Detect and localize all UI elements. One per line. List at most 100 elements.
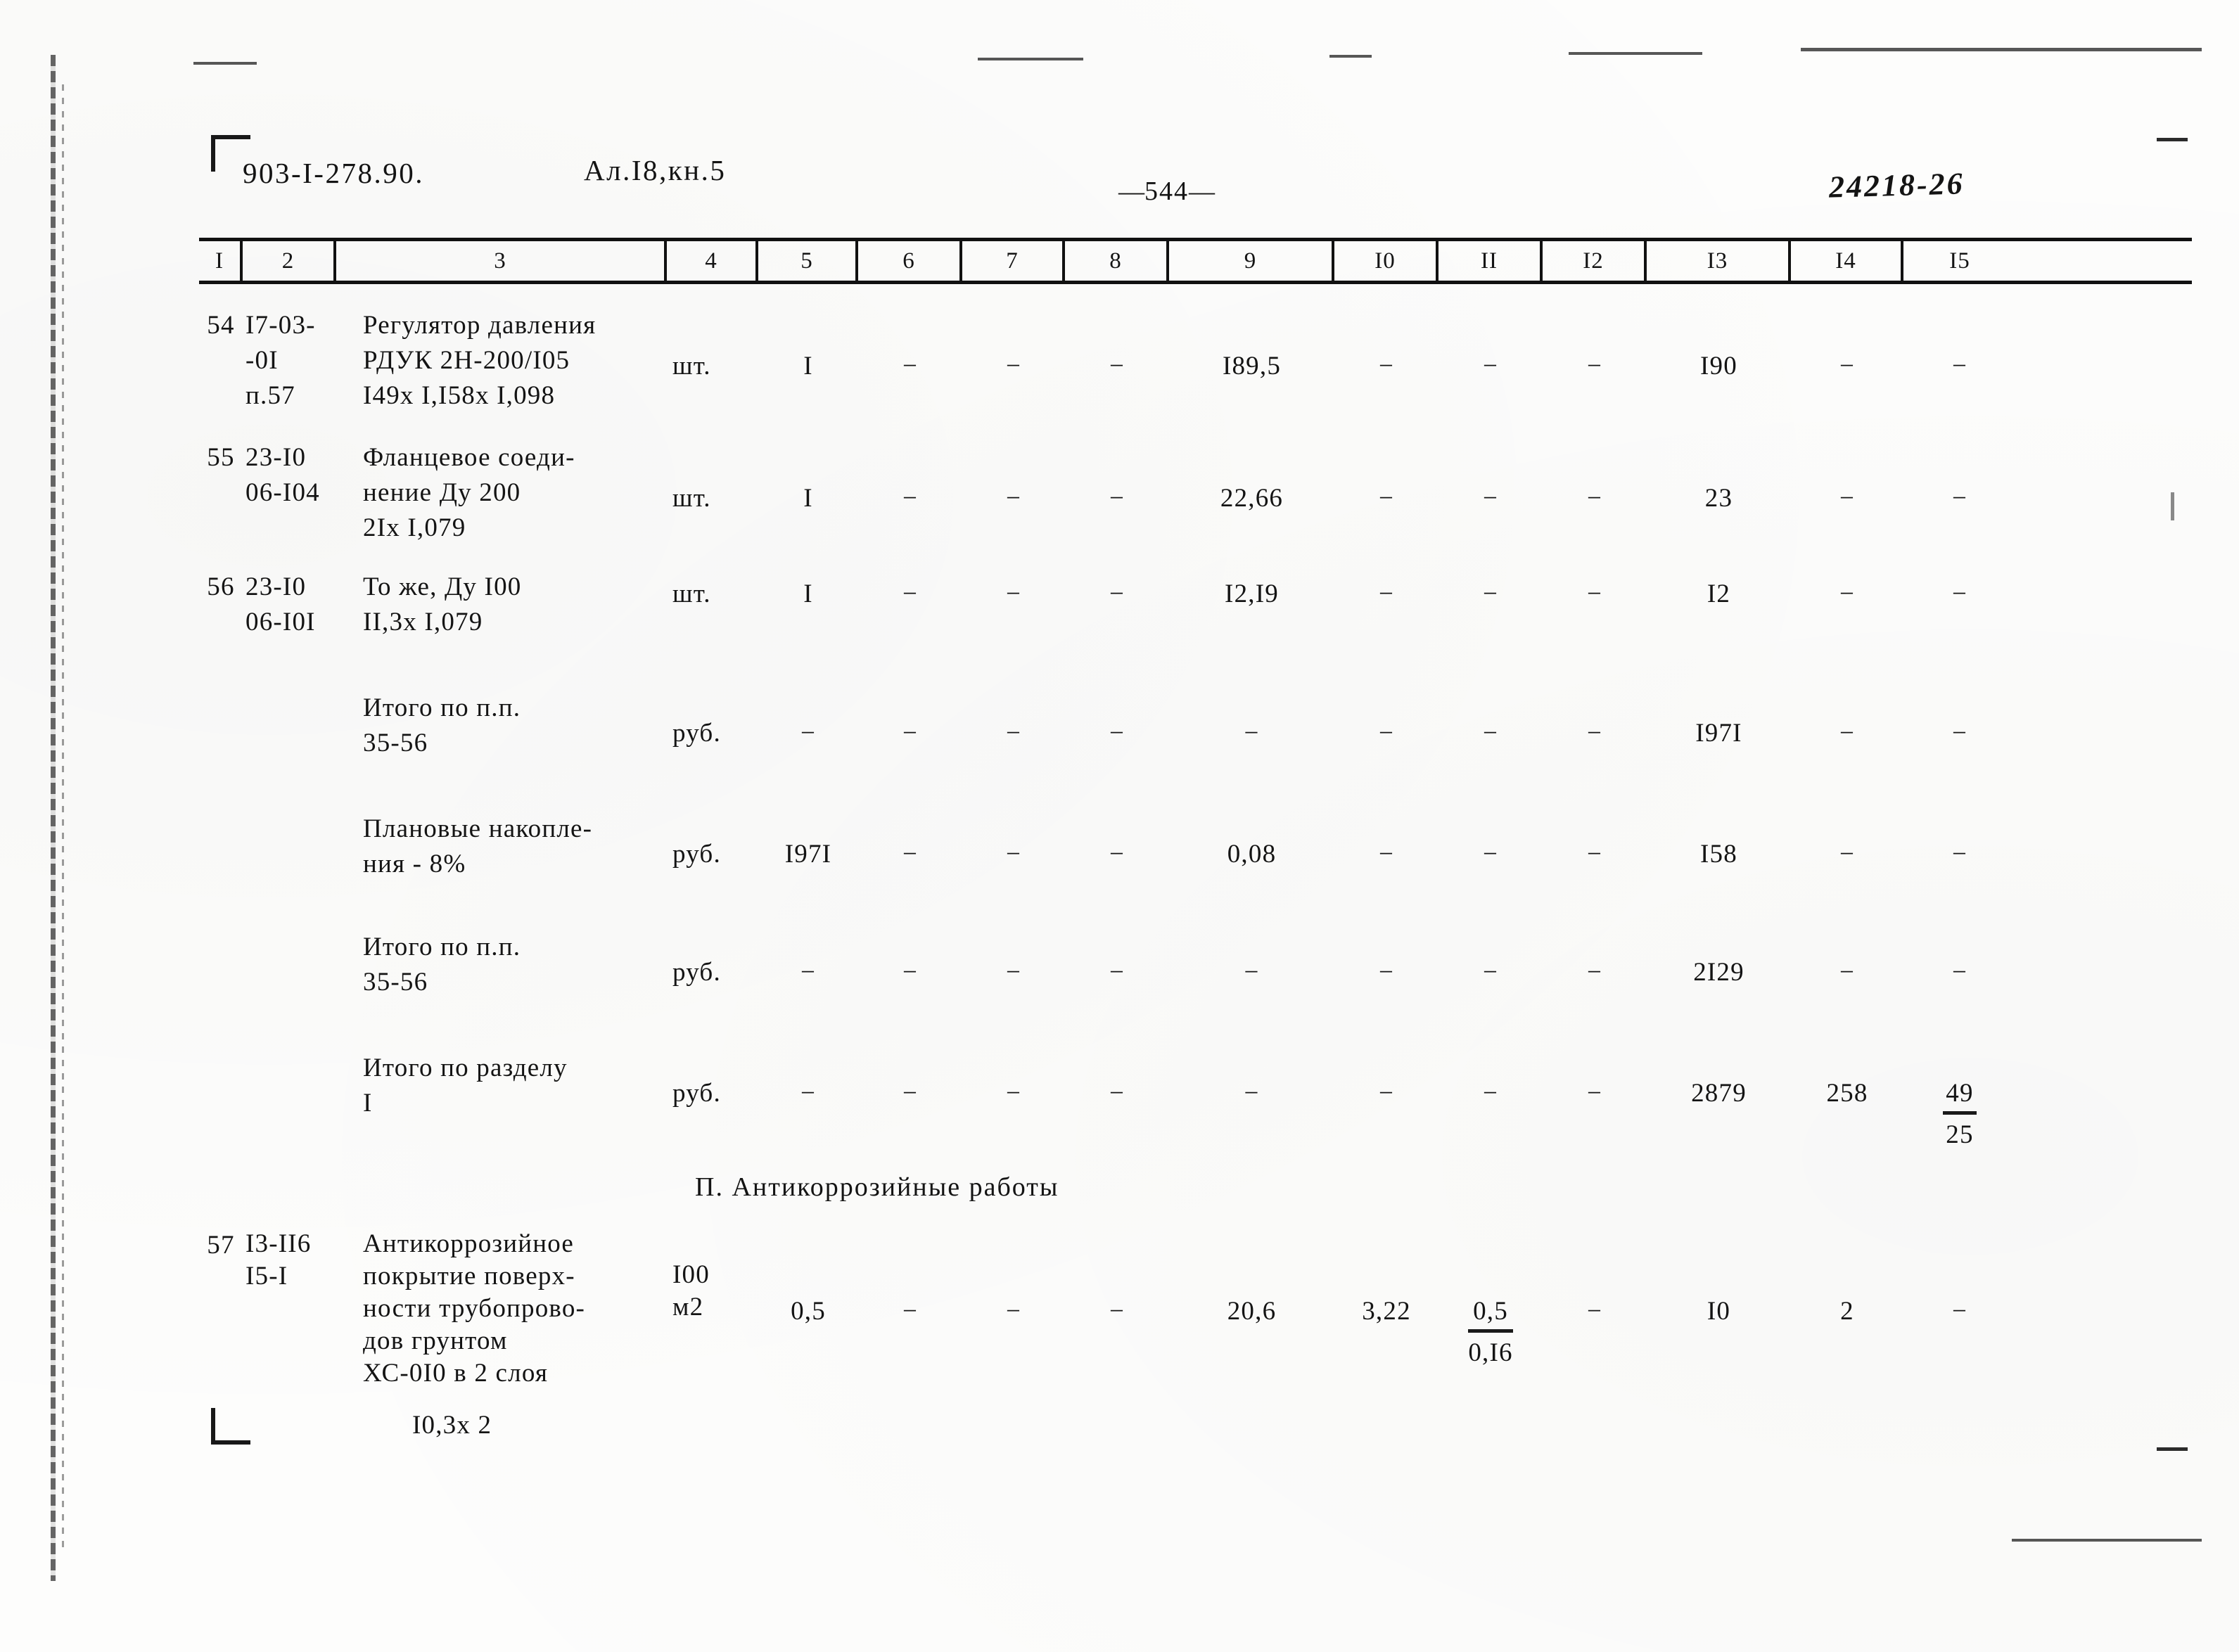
- row-col10-value: 3,22: [1362, 1297, 1411, 1326]
- row-col12-value: −: [1586, 1297, 1603, 1326]
- row-col14-value: 258: [1826, 1079, 1868, 1108]
- row-col13-value: 23: [1704, 484, 1733, 513]
- scan-edge-mark: [193, 62, 257, 65]
- fraction-numerator: 0,5: [1468, 1294, 1513, 1333]
- row-col9-value: 22,66: [1220, 484, 1284, 513]
- column-header-label: 2: [281, 248, 295, 274]
- row-col8-value: −: [1109, 840, 1125, 869]
- row-number: 56: [207, 572, 235, 601]
- binding-spine-artifact: [51, 55, 56, 1581]
- row-col8-value: −: [1109, 1079, 1125, 1108]
- row-col7-value: −: [1005, 1297, 1022, 1326]
- document-code: 903-I-278.90.: [243, 157, 424, 189]
- row-col13-value: I58: [1700, 840, 1737, 869]
- column-header-3: 3: [336, 241, 667, 281]
- column-header-I0: I0: [1334, 241, 1439, 281]
- row-col12-value: −: [1586, 484, 1603, 513]
- row-col14-value: −: [1839, 840, 1856, 869]
- row-col5-value: −: [800, 719, 817, 748]
- row-col5-value: I97I: [784, 840, 832, 869]
- column-header-9: 9: [1169, 241, 1334, 281]
- row-col15-value: −: [1951, 840, 1968, 869]
- row-col13-value: I0: [1707, 1297, 1731, 1326]
- table-row: 55 23-I0 06-I04 Фланцевое соеди- нение Ду …: [199, 440, 2192, 546]
- table-row: 54 I7-03- -0I п.57 Регулятор давления РДУК…: [199, 308, 2192, 414]
- row-col9-value: −: [1244, 1079, 1260, 1108]
- archive-stamp: 24218-26: [1828, 166, 1965, 205]
- album-book-label: Ал.I8,кн.5: [584, 154, 727, 186]
- column-header-I2: I2: [1543, 241, 1647, 281]
- row-description-quantity-note: I0,3х 2: [412, 1411, 492, 1440]
- row-col11-value: 0,5 0,I6: [1439, 1228, 1543, 1371]
- row-col6-value: −: [902, 840, 919, 869]
- row-norm-code: 23-I0 06-I0I: [245, 572, 316, 636]
- row-col15-value: −: [1951, 580, 1968, 608]
- row-col9-value: −: [1244, 958, 1260, 987]
- column-header-I5: I5: [1903, 241, 2016, 281]
- page-number-value: 544: [1144, 177, 1189, 206]
- row-col11-value: −: [1482, 580, 1499, 608]
- row-description-main: Антикоррозийное покрытие поверх- ности т…: [363, 1229, 586, 1388]
- table-row: Итого по п.п. 35-56 руб. − − − − − − − − 2I29 − −: [199, 930, 2192, 1000]
- row-col15-value: −: [1951, 958, 1968, 987]
- row-col14-value: −: [1839, 352, 1856, 380]
- binding-spine-artifact-secondary: [62, 84, 64, 1554]
- row-col6-value: −: [902, 484, 919, 513]
- table-row: Плановые накопле- ния - 8% руб. I97I − − − 0,0…: [199, 812, 2192, 882]
- row-description: Итого по п.п. 35-56: [363, 933, 521, 997]
- row-col14-value: 2: [1840, 1297, 1854, 1326]
- row-description: Регулятор давления РДУК 2Н-200/I05 I49х …: [363, 311, 597, 410]
- column-header-II: II: [1439, 241, 1543, 281]
- row-col8-value: −: [1109, 719, 1125, 748]
- column-header-label: I2: [1583, 248, 1604, 274]
- row-col7-value: −: [1005, 484, 1022, 513]
- row-norm-code: I3-II6 I5-I: [245, 1229, 312, 1291]
- column-header-label: 8: [1109, 248, 1122, 274]
- fraction-denominator: 0,I6: [1468, 1338, 1513, 1367]
- row-description: Фланцевое соеди- нение Ду 200 2Iх I,079: [363, 443, 575, 542]
- row-col10-value: −: [1378, 958, 1395, 987]
- row-col10-value: −: [1378, 719, 1395, 748]
- row-col13-value: 2I29: [1693, 958, 1744, 987]
- row-col6-value: −: [902, 958, 919, 987]
- row-col5-value: −: [800, 958, 817, 987]
- column-header-2: 2: [243, 241, 336, 281]
- row-col7-value: −: [1005, 580, 1022, 608]
- table-column-header-row: I 2 3 4 5 6 7 8 9 I0 II I2 I3 I4 I5: [199, 238, 2192, 284]
- row-col14-value: −: [1839, 580, 1856, 608]
- row-unit: руб.: [672, 840, 721, 869]
- row-col10-value: −: [1378, 1079, 1395, 1108]
- row-number: 57: [207, 1231, 235, 1260]
- row-col14-value: −: [1839, 719, 1856, 748]
- row-col7-value: −: [1005, 719, 1022, 748]
- column-header-4: 4: [667, 241, 758, 281]
- row-col12-value: −: [1586, 840, 1603, 869]
- column-header-7: 7: [962, 241, 1065, 281]
- column-header-label: II: [1481, 248, 1498, 274]
- scan-edge-mark: [1801, 48, 2202, 51]
- column-header-label: I5: [1949, 248, 1970, 274]
- row-col5-value: I: [803, 484, 813, 513]
- row-col14-value: −: [1839, 484, 1856, 513]
- row-col7-value: −: [1005, 958, 1022, 987]
- row-unit: шт.: [672, 484, 711, 513]
- row-col9-value: I2,I9: [1225, 580, 1279, 608]
- scan-edge-mark: [1569, 52, 1702, 55]
- column-header-label: 3: [494, 248, 506, 274]
- column-header-8: 8: [1065, 241, 1169, 281]
- row-col8-value: −: [1109, 352, 1125, 380]
- row-description: Антикоррозийное покрытие поверх- ности т…: [336, 1228, 667, 1442]
- scan-edge-mark: [1329, 55, 1372, 58]
- row-col8-value: −: [1109, 484, 1125, 513]
- column-header-label: I0: [1374, 248, 1396, 274]
- column-header-I3: I3: [1647, 241, 1791, 281]
- column-header-label: I: [215, 248, 224, 274]
- column-header-5: 5: [758, 241, 858, 281]
- row-col13-value: 2879: [1691, 1079, 1747, 1108]
- row-col15-value: −: [1951, 484, 1968, 513]
- row-description: То же, Ду I00 II,3х I,079: [363, 572, 522, 636]
- row-col12-value: −: [1586, 719, 1603, 748]
- column-header-label: 5: [800, 248, 813, 274]
- row-unit: руб.: [672, 958, 721, 987]
- row-col7-value: −: [1005, 840, 1022, 869]
